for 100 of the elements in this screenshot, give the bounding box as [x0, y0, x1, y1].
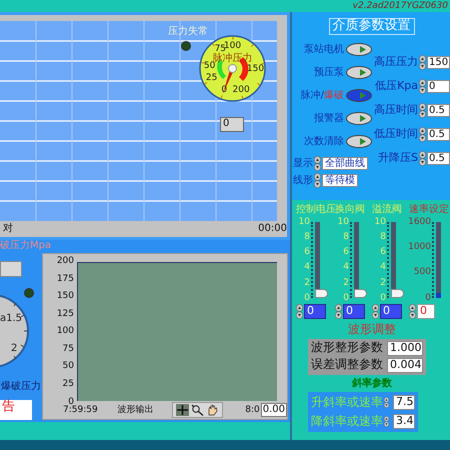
- numeric-label: 高压时间: [373, 104, 418, 117]
- section-title: 波形调整: [347, 323, 397, 337]
- crosshair-icon[interactable]: [176, 404, 189, 416]
- numeric-field[interactable]: 0.5: [427, 128, 450, 142]
- parameter-label: 降斜率或速率: [311, 414, 383, 429]
- axis-tick-label: 100: [56, 326, 74, 337]
- toggle-switch[interactable]: [346, 42, 372, 56]
- scale-label: 4: [343, 262, 349, 273]
- zoom-icon[interactable]: [190, 404, 204, 416]
- axis-tick-label: 25: [62, 379, 74, 390]
- axis-label: 00:00: [258, 223, 287, 235]
- scale-label: 1000: [408, 242, 431, 253]
- toggle-label: 脉冲/爆破: [300, 90, 344, 102]
- scale-label: 6: [380, 247, 386, 258]
- toggle-label: 泵站电机: [304, 44, 344, 56]
- slider-thumb[interactable]: [354, 289, 367, 298]
- slider-label: 溢流阀: [372, 204, 403, 217]
- scale-label: 500: [414, 267, 431, 278]
- ring-field[interactable]: 等待模: [322, 174, 358, 188]
- alarm-label: 压力失常: [168, 26, 208, 38]
- slider-label: 换向阀: [335, 204, 366, 217]
- gauge-tick-label: 75: [214, 44, 226, 54]
- scale-label: 0: [304, 292, 310, 303]
- spin-arrows-icon[interactable]: [335, 304, 342, 319]
- numeric-field[interactable]: 0: [380, 304, 402, 319]
- numeric-field[interactable]: 0.5: [427, 104, 450, 118]
- scale-label: 2: [380, 278, 386, 288]
- axis-label: 对: [3, 223, 13, 235]
- spin-arrows-icon[interactable]: [384, 395, 389, 410]
- numeric-label: 高压压力: [373, 56, 418, 69]
- scale-label: 2: [304, 278, 310, 288]
- gauge-value-field: 0: [220, 117, 244, 132]
- gauge-tick-label: 50: [204, 61, 216, 72]
- gauge-dial: [199, 35, 266, 102]
- panel-title: 介质参数设置: [328, 18, 414, 35]
- spin-arrows-icon[interactable]: [419, 102, 426, 118]
- spin-arrows-icon[interactable]: [296, 304, 303, 319]
- toggle-switch[interactable]: [346, 112, 372, 125]
- spin-arrows-icon[interactable]: [384, 414, 389, 430]
- scale-label: 6: [304, 247, 310, 258]
- toggle-label: 次数清除: [304, 136, 344, 148]
- ring-field[interactable]: 全部曲线: [322, 156, 368, 170]
- scale-label: 0: [425, 292, 431, 303]
- numeric-label: 低压时间: [373, 128, 418, 141]
- gauge-title: 爆破压力: [1, 381, 41, 392]
- spin-arrows-icon[interactable]: [372, 304, 379, 319]
- gauge-tick-label: 200: [232, 84, 250, 95]
- toggle-switch[interactable]: [346, 134, 372, 148]
- numeric-label: 低压Kpa: [374, 80, 418, 93]
- spin-arrows-icon[interactable]: [409, 304, 416, 319]
- slider-label: 速率设定: [409, 204, 448, 217]
- scale-label: 1600: [408, 217, 431, 228]
- gauge-tick-label: a1.5: [0, 313, 22, 324]
- numeric-field[interactable]: 0: [427, 80, 450, 94]
- value-field: [0, 261, 22, 277]
- chart-title: 波形输出: [118, 404, 154, 416]
- spin-arrows-icon[interactable]: [419, 150, 426, 166]
- numeric-field[interactable]: 0.004: [387, 358, 423, 373]
- spin-arrows-icon[interactable]: [419, 126, 426, 142]
- slider-track[interactable]: [436, 222, 441, 298]
- scale-label: 8: [343, 232, 349, 242]
- axis-tick-label: 0: [68, 396, 74, 407]
- axis-tick-label: 8:0: [245, 404, 260, 416]
- scale-label: 10: [338, 217, 349, 228]
- numeric-field[interactable]: 0: [343, 304, 365, 319]
- spin-arrows-icon[interactable]: [419, 54, 426, 70]
- slider-thumb[interactable]: [391, 289, 404, 298]
- ring-label: 显示: [293, 158, 313, 170]
- slider-thumb[interactable]: [315, 289, 328, 298]
- toggle-switch[interactable]: [346, 66, 372, 79]
- section-title: 斜率参数: [350, 378, 393, 390]
- hand-icon[interactable]: [206, 404, 219, 416]
- numeric-label: 升降压S: [377, 152, 418, 165]
- axis-tick-label: 200: [56, 256, 74, 266]
- axis-tick-label: 175: [56, 274, 74, 284]
- scale-label: 10: [298, 217, 310, 228]
- numeric-field[interactable]: 7.5: [393, 395, 415, 410]
- numeric-field[interactable]: 3.4: [393, 414, 415, 430]
- parameter-label: 波形整形参数: [311, 341, 383, 356]
- scale-label: 8: [380, 232, 386, 242]
- slider-thumb[interactable]: [436, 293, 441, 298]
- toggle-label: 预压泵: [314, 66, 344, 78]
- version-text: v2.2ad2017YGZ0630: [352, 0, 448, 12]
- parameter-label: 升斜率或速率: [311, 396, 383, 410]
- numeric-field[interactable]: 0.5: [427, 152, 450, 166]
- axis-tick-label: 50: [62, 361, 74, 372]
- spin-arrows-icon[interactable]: [314, 172, 321, 188]
- scale-label: 10: [374, 217, 386, 228]
- scale-label: 8: [304, 232, 310, 242]
- toggle-switch[interactable]: [346, 88, 372, 102]
- numeric-field[interactable]: 0: [304, 304, 326, 319]
- numeric-field[interactable]: 0: [417, 304, 435, 319]
- scale-label: 4: [304, 262, 310, 273]
- scale-label: 0: [343, 292, 349, 303]
- spin-arrows-icon[interactable]: [419, 78, 426, 94]
- numeric-field[interactable]: 150: [427, 56, 450, 70]
- numeric-field[interactable]: 1.000: [387, 340, 423, 356]
- panel-title: 破压力Mpa: [0, 240, 52, 251]
- gauge-tick-label: 25: [206, 73, 218, 84]
- spin-arrows-icon[interactable]: [314, 156, 321, 171]
